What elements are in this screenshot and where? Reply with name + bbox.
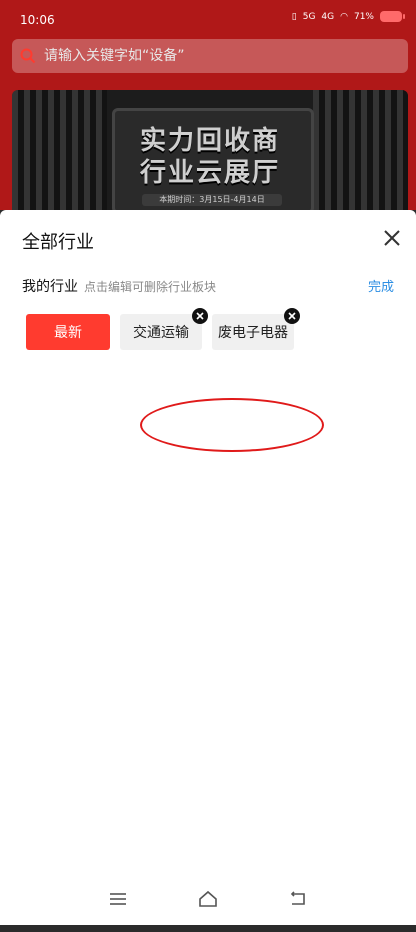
top-area: 10:06 ▯ 5G 4G ◠ 71% 实力回收商 行业云展厅 本期时间：3月1…: [0, 0, 416, 210]
battery-percent: 71%: [353, 11, 374, 22]
status-bar: 10:06 ▯ 5G 4G ◠ 71%: [0, 0, 416, 38]
industry-sheet: 全部行业 我的行业 点击编辑可删除行业板块 完成 最新 交通运输 废电子电器: [0, 210, 416, 925]
chip-transport[interactable]: 交通运输: [120, 308, 208, 350]
chip-label: 交通运输: [133, 325, 189, 341]
remove-chip-icon[interactable]: [284, 308, 300, 324]
chip-latest[interactable]: 最新: [26, 314, 110, 350]
battery-icon: [380, 11, 405, 22]
promo-banner[interactable]: 实力回收商 行业云展厅 本期时间：3月15日-4月14日: [12, 90, 408, 210]
banner-decor-right: [313, 90, 408, 210]
home-nav-button[interactable]: [197, 888, 219, 910]
sheet-title: 全部行业: [22, 232, 94, 253]
banner-title-line2: 行业云展厅: [139, 158, 280, 188]
signal-5g: 5G: [302, 11, 316, 22]
search-input[interactable]: [42, 47, 376, 65]
home-icon: [199, 890, 217, 907]
close-icon[interactable]: [382, 228, 402, 248]
edit-hint: 点击编辑可删除行业板块: [84, 280, 217, 294]
my-industry-row: 我的行业 点击编辑可删除行业板块: [22, 276, 216, 296]
banner-decor-left: [12, 90, 107, 210]
search-icon: [20, 48, 36, 64]
done-button[interactable]: 完成: [368, 276, 394, 295]
chip-label: 废电子电器: [218, 325, 288, 341]
status-icons: ▯ 5G 4G ◠ 71%: [291, 11, 405, 22]
search-bar[interactable]: [12, 39, 408, 73]
chip-waste-electronics[interactable]: 废电子电器: [212, 308, 300, 350]
back-icon: [290, 891, 305, 905]
status-time: 10:06: [20, 13, 55, 27]
chip-label: 最新: [54, 325, 82, 341]
remove-chip-icon[interactable]: [192, 308, 208, 324]
back-nav-button[interactable]: [287, 888, 309, 910]
signal-4g: 4G: [321, 11, 335, 22]
vibrate-icon: ▯: [291, 11, 297, 22]
menu-icon: [110, 893, 126, 905]
system-nav-bar: [0, 873, 416, 925]
wifi-icon: ◠: [340, 11, 348, 22]
annotation-ellipse: [140, 398, 324, 452]
close-small-icon: [196, 312, 204, 320]
menu-nav-button[interactable]: [107, 888, 129, 910]
close-small-icon: [288, 312, 296, 320]
banner-date: 本期时间：3月15日-4月14日: [142, 194, 282, 206]
my-industry-label: 我的行业: [22, 279, 78, 295]
